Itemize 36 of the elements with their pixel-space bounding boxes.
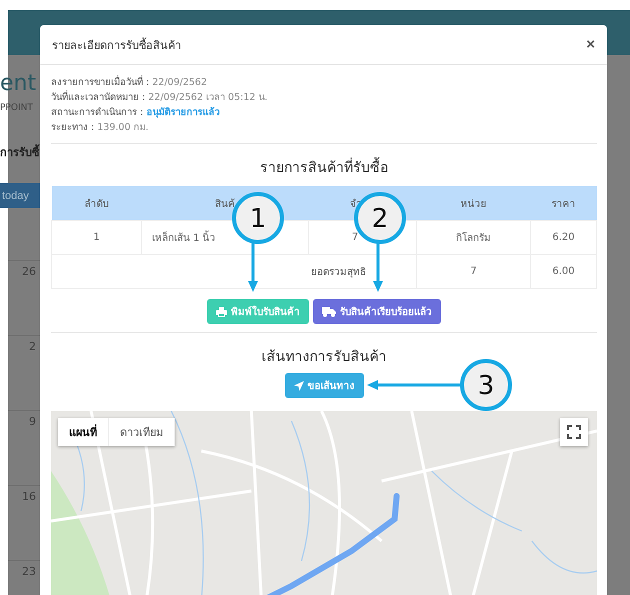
map-type-button[interactable]: แผนที่ [58, 418, 109, 446]
close-button[interactable]: × [586, 36, 595, 53]
map-view[interactable]: แผนที่ ดาวเทียม [51, 411, 597, 595]
callout-arrow [373, 243, 383, 292]
info-line: ระยะทาง : 139.00 กม. [51, 121, 150, 135]
column-header: ลำดับ [52, 186, 142, 220]
callout-number: 3 [478, 371, 494, 401]
fullscreen-icon [567, 425, 581, 439]
table-cell: 1 [52, 220, 142, 254]
day-number: 9 [29, 415, 36, 428]
day-number: 2 [29, 340, 36, 353]
location-arrow-icon [294, 380, 304, 390]
modal-title: รายละเอียดการรับซื้อสินค้า [52, 36, 181, 54]
callout-arrow [248, 243, 258, 292]
today-button[interactable]: today [0, 183, 40, 208]
table-cell: 6.20 [530, 220, 596, 254]
day-number: 23 [22, 565, 36, 578]
section-title: รายการสินค้าที่รับซื้อ [51, 156, 597, 178]
table-cell: กิโลกรัม [416, 220, 530, 254]
print-button[interactable]: พิมพ์ใบรับสินค้า [207, 299, 309, 324]
map-type-button[interactable]: ดาวเทียม [109, 418, 175, 446]
info-line: ลงรายการขายเมื่อวันที่ : 22/09/2562 [51, 75, 208, 90]
fullscreen-button[interactable] [560, 418, 588, 446]
column-header: ราคา [530, 186, 596, 220]
received-button[interactable]: รับสินค้าเรียบร้อยแล้ว [313, 299, 441, 324]
directions-button[interactable]: ขอเส้นทาง [284, 373, 364, 398]
truck-icon [322, 306, 336, 316]
table-cell: 6.00 [530, 254, 596, 288]
column-header: หน่วย [416, 186, 530, 220]
day-number: 16 [22, 490, 36, 503]
day-number: 26 [22, 265, 36, 278]
section-title: เส้นทางการรับสินค้า [260, 348, 388, 367]
info-line: วันที่และเวลานัดหมาย : 22/09/2562 เวลา 05:12 น. [51, 90, 268, 105]
info-line: สถานะการดำเนินการ : อนุมัติรายการแล้ว [51, 106, 220, 120]
printer-icon [216, 306, 227, 316]
table-cell: 7 [416, 254, 530, 288]
